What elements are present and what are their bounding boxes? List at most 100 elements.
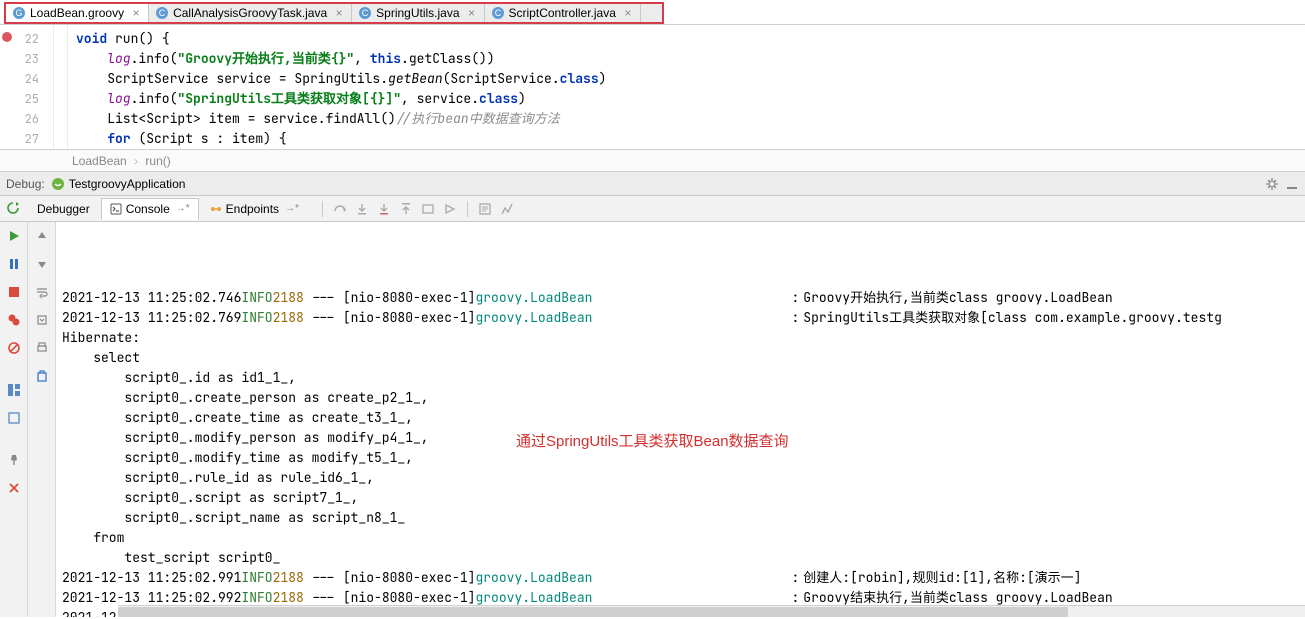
rerun-icon[interactable] [6,201,20,215]
console-line: from [62,528,1305,548]
debug-tabs: Debugger Console →* Endpoints →* [0,196,1305,222]
spring-icon [51,177,65,191]
console-line: 2021-12-13 11:25:02.769 INFO 2188 --- [n… [62,308,1305,328]
console-line: Hibernate: [62,328,1305,348]
console-side-rail [28,222,56,617]
tab-console[interactable]: Console →* [101,198,199,220]
clear-icon[interactable] [34,368,50,384]
console-line: script0_.rule_id as rule_id6_1_, [62,468,1305,488]
scroll-to-end-icon[interactable] [34,312,50,328]
svg-text:C: C [362,8,369,18]
breadcrumb-a[interactable]: LoadBean [72,154,127,168]
java-class-icon: C [155,6,169,20]
console-line: test_script script0_ [62,548,1305,568]
svg-text:G: G [15,8,22,18]
console-line: script0_.create_person as create_p2_1_, [62,388,1305,408]
soft-wrap-icon[interactable] [34,284,50,300]
annotation-text: 通过SpringUtils工具类获取Bean数据查询 [516,432,789,452]
line-number[interactable]: 27 [0,129,53,149]
code-line[interactable]: log.info("SpringUtils工具类获取对象[{}]", servi… [76,89,1305,109]
debug-step-toolbar [310,201,514,217]
step-over-icon[interactable] [333,202,347,216]
close-tab-icon[interactable]: × [130,7,142,19]
line-number[interactable]: 26 [0,109,53,129]
resume-icon[interactable] [6,228,22,244]
drop-frame-icon[interactable] [421,202,435,216]
tab-label: LoadBean.groovy [30,6,124,20]
run-config-name: TestgroovyApplication [69,177,186,191]
code-line[interactable]: List<Script> item = service.findAll()//执… [76,109,1305,129]
fold-column [54,25,68,149]
breadcrumb-sep: › [134,154,138,168]
endpoints-icon [210,203,222,215]
tab-debugger-label: Debugger [37,202,90,216]
tab-debugger[interactable]: Debugger [28,198,99,220]
code-editor[interactable]: 222324252627 void run() { log.info("Groo… [0,24,1305,150]
line-number[interactable]: 25 [0,89,53,109]
horizontal-scrollbar[interactable] [118,605,1305,617]
tab-label: SpringUtils.java [376,6,459,20]
gear-icon[interactable] [1265,177,1279,191]
console-line: select [62,348,1305,368]
close-tab-icon[interactable]: × [333,7,345,19]
code-line[interactable]: void run() { [76,29,1305,49]
view-breakpoints-icon[interactable] [6,312,22,328]
force-step-into-icon[interactable] [377,202,391,216]
java-class-icon: C [358,6,372,20]
print-icon[interactable] [34,340,50,356]
breadcrumb[interactable]: LoadBean › run() [0,150,1305,172]
close-icon[interactable] [6,480,22,496]
close-tab-icon[interactable]: × [466,7,478,19]
editor-tab[interactable]: C ScriptController.java × [485,4,641,22]
line-number[interactable]: 24 [0,69,53,89]
svg-text:C: C [494,8,501,18]
console-line: 2021-12-13 11:25:02.746 INFO 2188 --- [n… [62,288,1305,308]
layout-icon[interactable] [6,382,22,398]
stop-icon[interactable] [6,284,22,300]
editor-tabs: G LoadBean.groovy × C CallAnalysisGroovyTask… [4,2,664,24]
debug-header: Debug: TestgroovyApplication [0,172,1305,196]
code-line[interactable]: ScriptService service = SpringUtils.getB… [76,69,1305,89]
settings-icon[interactable] [6,410,22,426]
tab-console-label: Console [126,202,170,216]
line-number[interactable]: 23 [0,49,53,69]
code-line[interactable]: log.info("Groovy开始执行,当前类{}", this.getCla… [76,49,1305,69]
run-to-cursor-icon[interactable] [443,202,457,216]
debug-body: 2021-12-13 11:25:02.746 INFO 2188 --- [n… [0,222,1305,617]
down-icon[interactable] [34,256,50,272]
console-line: 2021-12-13 11:25:02.991 INFO 2188 --- [n… [62,568,1305,588]
console-line: script0_.script_name as script_n8_1_ [62,508,1305,528]
evaluate-icon[interactable] [478,202,492,216]
editor-tab[interactable]: C SpringUtils.java × [352,4,484,22]
tab-label: CallAnalysisGroovyTask.java [173,6,327,20]
breadcrumb-b[interactable]: run() [145,154,170,168]
console-line: script0_.create_time as create_t3_1_, [62,408,1305,428]
close-tab-icon[interactable]: × [622,7,634,19]
pin-icon[interactable]: →* [285,203,299,214]
tab-endpoints[interactable]: Endpoints →* [201,198,308,220]
svg-text:C: C [159,8,166,18]
breakpoint-icon[interactable] [2,32,12,42]
step-into-icon[interactable] [355,202,369,216]
editor-tab[interactable]: C CallAnalysisGroovyTask.java × [149,4,352,22]
console-icon [110,203,122,215]
minimize-icon[interactable] [1285,177,1299,191]
pin-icon[interactable]: →* [176,203,190,214]
console-output[interactable]: 2021-12-13 11:25:02.746 INFO 2188 --- [n… [56,222,1305,617]
trace-icon[interactable] [500,202,514,216]
debug-label: Debug: [6,177,45,191]
tab-endpoints-label: Endpoints [226,202,279,216]
code-line[interactable]: for (Script s : item) { [76,129,1305,149]
editor-gutter: 222324252627 [0,25,54,149]
run-config[interactable]: TestgroovyApplication [51,177,186,191]
groovy-file-icon: G [12,6,26,20]
pause-icon[interactable] [6,256,22,272]
code-area[interactable]: void run() { log.info("Groovy开始执行,当前类{}"… [68,25,1305,149]
mute-breakpoints-icon[interactable] [6,340,22,356]
tab-label: ScriptController.java [509,6,616,20]
step-out-icon[interactable] [399,202,413,216]
pin-tab-icon[interactable] [6,452,22,468]
up-icon[interactable] [34,228,50,244]
editor-tab[interactable]: G LoadBean.groovy × [6,4,149,22]
console-line: script0_.id as id1_1_, [62,368,1305,388]
